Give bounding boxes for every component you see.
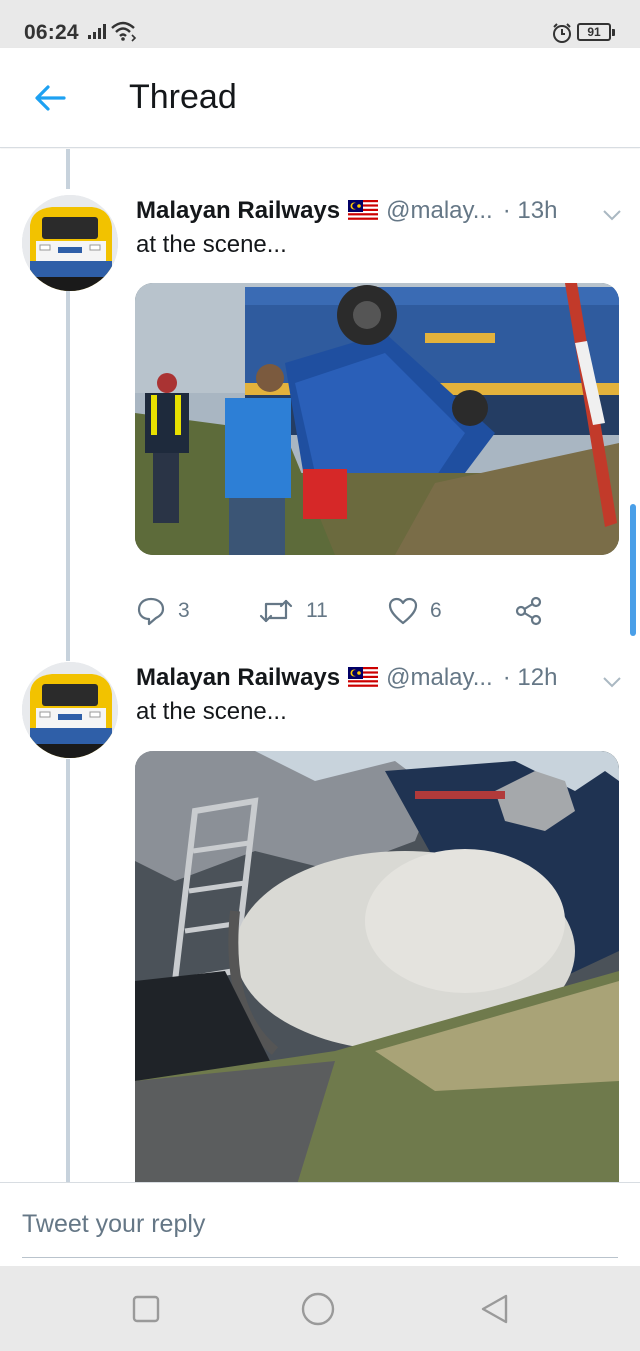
signal-icon [88, 24, 108, 45]
reply-bar [0, 1182, 640, 1266]
malaysia-flag-icon [348, 200, 379, 222]
system-back-button[interactable] [477, 1292, 511, 1326]
tweet-timestamp[interactable]: · 13h [503, 197, 558, 225]
malaysia-flag-icon [348, 667, 379, 689]
tweet-header: Malayan Railways @malay... · 13h [136, 195, 626, 227]
arrow-left-icon [35, 85, 66, 111]
recent-apps-icon [132, 1295, 160, 1323]
author-handle[interactable]: @malay... [386, 197, 493, 225]
recent-apps-button[interactable] [129, 1292, 163, 1326]
status-time: 06:24 [24, 21, 79, 44]
app-header: Thread [0, 48, 640, 148]
reply-input[interactable] [22, 1203, 618, 1258]
retweet-count: 11 [306, 599, 328, 622]
tweet-header: Malayan Railways @malay... · 12h [136, 662, 626, 694]
like-button[interactable]: 6 [388, 591, 442, 631]
author-name[interactable]: Malayan Railways [136, 197, 340, 225]
home-button[interactable] [301, 1292, 335, 1326]
thread-timeline[interactable]: Malayan Railways @malay... · 13h at the … [0, 149, 640, 1182]
tweet-text: at the scene... [136, 231, 287, 258]
page-title: Thread [129, 78, 237, 116]
status-bar: 06:24 91 [0, 0, 640, 48]
tweet-photo[interactable] [135, 283, 619, 555]
reply-button[interactable]: 3 [136, 591, 190, 631]
scrollbar[interactable] [630, 504, 636, 636]
author-name[interactable]: Malayan Railways [136, 664, 340, 692]
retweet-button[interactable]: 11 [258, 591, 328, 631]
avatar[interactable] [22, 195, 118, 291]
tweet[interactable]: Malayan Railways @malay... · 12h at the … [0, 662, 640, 1182]
thread-connector-line [66, 149, 70, 189]
tweet-photo[interactable] [135, 751, 619, 1182]
reply-icon [137, 597, 165, 626]
chevron-down-icon[interactable] [602, 668, 622, 696]
alarm-icon [551, 22, 573, 49]
heart-icon [388, 597, 418, 625]
reply-count: 3 [178, 599, 190, 622]
wifi-icon [110, 20, 138, 47]
like-count: 6 [430, 599, 442, 622]
system-nav-bar [0, 1266, 640, 1351]
tweet[interactable]: Malayan Railways @malay... · 13h at the … [0, 195, 640, 626]
avatar[interactable] [22, 662, 118, 758]
tweet-timestamp[interactable]: · 12h [503, 664, 558, 692]
author-handle[interactable]: @malay... [386, 664, 493, 692]
share-icon [515, 596, 542, 626]
back-icon [481, 1294, 508, 1324]
chevron-down-icon[interactable] [602, 201, 622, 229]
share-button[interactable] [514, 591, 544, 631]
retweet-icon [259, 599, 293, 623]
battery-icon: 91 [577, 23, 615, 41]
back-button[interactable] [28, 78, 72, 118]
tweet-actions: 3 11 6 [136, 591, 596, 631]
home-icon [301, 1292, 335, 1326]
tweet-text: at the scene... [136, 698, 287, 725]
